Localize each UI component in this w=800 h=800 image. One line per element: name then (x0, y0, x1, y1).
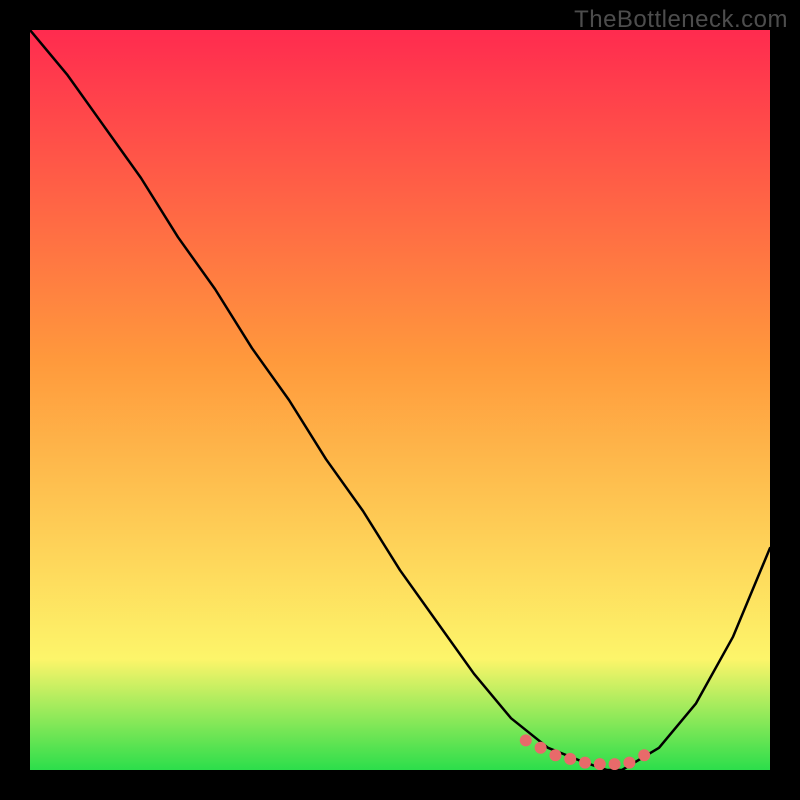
canvas: TheBottleneck.com (0, 0, 800, 800)
plot-area (30, 30, 770, 770)
optimal-range-marker (638, 749, 650, 761)
chart-overlay (30, 30, 770, 770)
optimal-range-marker (623, 757, 635, 769)
bottleneck-curve (30, 30, 770, 770)
optimal-range-marker (579, 757, 591, 769)
optimal-range-marker (609, 758, 621, 770)
watermark-text: TheBottleneck.com (574, 6, 788, 34)
optimal-range-marker (564, 753, 576, 765)
optimal-range-marker (549, 749, 561, 761)
optimal-range-marker (535, 742, 547, 754)
optimal-range-marker (594, 758, 606, 770)
optimal-range-marker (520, 734, 532, 746)
